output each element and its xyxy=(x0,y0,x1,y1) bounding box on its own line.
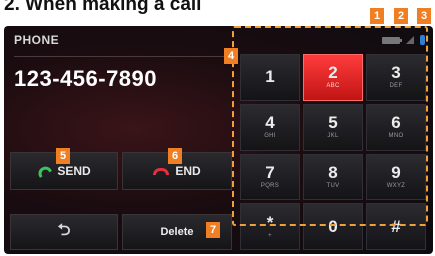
key-digit: 7 xyxy=(265,162,275,182)
callout-marker-1: 1 xyxy=(370,8,384,24)
callout-marker-6: 6 xyxy=(168,148,182,164)
battery-icon xyxy=(382,36,402,44)
key-digit: 0 xyxy=(328,216,338,236)
key-0[interactable]: 0 xyxy=(303,203,363,250)
key-digit: 4 xyxy=(265,113,275,133)
key-8[interactable]: 8 TUV xyxy=(303,153,363,201)
key-digit: 5 xyxy=(328,113,338,133)
back-button[interactable]: ⮌ xyxy=(10,214,118,250)
callout-marker-7: 7 xyxy=(206,222,220,238)
key-7[interactable]: 7 PQRS xyxy=(240,153,300,201)
key-digit: 9 xyxy=(391,162,401,182)
dialed-number: 123-456-7890 xyxy=(14,66,158,91)
key-letters: DEF xyxy=(389,83,403,90)
key-5[interactable]: 5 JKL xyxy=(303,103,363,151)
key-letters: MNO xyxy=(388,133,404,140)
key-digit: 1 xyxy=(265,67,275,87)
back-arrow-icon: ⮌ xyxy=(57,221,71,239)
signal-icon xyxy=(406,36,414,44)
key-star[interactable]: * + xyxy=(240,203,300,250)
phone-screen: PHONE 123-456-7890 SEND END ⮌ Delete 1 2… xyxy=(4,26,433,254)
end-label: END xyxy=(175,164,201,178)
callout-marker-2: 2 xyxy=(394,8,408,24)
key-digit: 8 xyxy=(328,162,338,182)
key-1[interactable]: 1 xyxy=(240,54,300,101)
key-9[interactable]: 9 WXYZ xyxy=(366,153,426,201)
key-letters: JKL xyxy=(327,133,339,140)
key-hash[interactable]: # xyxy=(366,203,426,250)
key-digit: # xyxy=(391,216,401,236)
key-2[interactable]: 2 ABC xyxy=(303,54,363,101)
dial-keypad: 1 2 ABC 3 DEF 4 GHI 5 JKL 6 MNO 7 PQRS 8 TUV 9W… xyxy=(240,54,426,250)
send-label: SEND xyxy=(57,164,91,178)
key-digit: 3 xyxy=(391,63,401,83)
key-letters: + xyxy=(268,232,272,239)
delete-label: Delete xyxy=(160,226,194,238)
callout-marker-5: 5 xyxy=(56,148,70,164)
key-3[interactable]: 3 DEF xyxy=(366,54,426,101)
key-letters: TUV xyxy=(326,182,340,189)
key-letters: ABC xyxy=(326,83,340,90)
status-bar xyxy=(382,35,425,45)
callout-marker-3: 3 xyxy=(417,8,431,24)
key-letters: PQRS xyxy=(260,182,280,189)
key-digit: 2 xyxy=(328,63,338,83)
key-digit: 6 xyxy=(391,113,401,133)
key-letters: GHI xyxy=(264,133,276,140)
hang-up-icon xyxy=(153,167,170,175)
title-divider xyxy=(14,56,234,57)
screen-title: PHONE xyxy=(14,33,60,47)
key-digit: * xyxy=(266,212,274,232)
key-4[interactable]: 4 GHI xyxy=(240,103,300,151)
key-6[interactable]: 6 MNO xyxy=(366,103,426,151)
phone-call-icon xyxy=(36,164,53,178)
key-letters: WXYZ xyxy=(386,182,406,189)
bluetooth-icon xyxy=(420,35,425,45)
section-heading: 2. When making a call xyxy=(4,0,202,15)
callout-marker-4: 4 xyxy=(224,48,238,64)
